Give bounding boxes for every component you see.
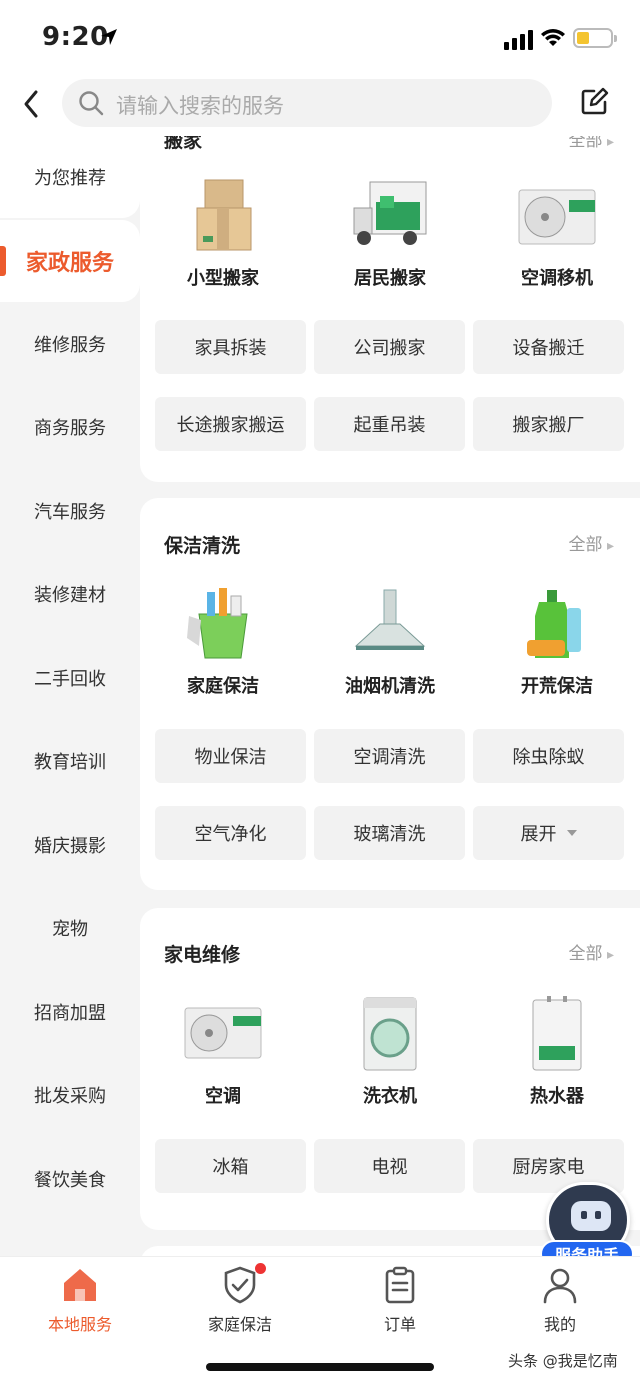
service-chip[interactable]: 空气净化	[155, 806, 306, 860]
tab-orders[interactable]: 订单	[320, 1265, 480, 1335]
clipboard-icon	[380, 1265, 420, 1305]
category-sidebar: 为您推荐 家政服务 维修服务 商务服务 汽车服务 装修建材 二手回收 教育培训 …	[0, 136, 140, 1256]
section-title: 家电维修	[164, 944, 241, 966]
battery-icon	[573, 28, 617, 48]
home-indicator[interactable]	[206, 1363, 434, 1371]
service-label: 空调	[205, 1086, 241, 1107]
service-home-cleaning[interactable]: 家庭保洁	[148, 586, 298, 698]
cleaning-bucket-icon	[183, 586, 263, 662]
service-chip[interactable]: 物业保洁	[155, 729, 306, 783]
service-chip[interactable]: 冰箱	[155, 1139, 306, 1193]
chevron-down-icon	[566, 830, 577, 836]
wifi-icon	[541, 29, 565, 46]
service-chip[interactable]: 玻璃清洗	[314, 806, 465, 860]
service-ac-repair[interactable]: 空调	[148, 996, 298, 1108]
shield-check-icon	[220, 1263, 266, 1305]
service-chip[interactable]: 家具拆装	[155, 320, 306, 374]
search-input[interactable]: 请输入搜索的服务	[62, 79, 552, 127]
boxes-icon	[183, 178, 263, 254]
location-arrow-icon	[101, 29, 117, 45]
edit-icon[interactable]	[578, 86, 610, 118]
sidebar-item-recommend[interactable]: 为您推荐	[0, 136, 140, 218]
search-placeholder: 请输入搜索的服务	[116, 94, 284, 118]
sidebar-item-car[interactable]: 汽车服务	[0, 470, 140, 552]
detergent-bottles-icon	[517, 586, 597, 662]
tab-label: 家庭保洁	[207, 1315, 272, 1334]
service-deep-cleaning[interactable]: 开荒保洁	[482, 586, 632, 698]
sidebar-item-wedding[interactable]: 婚庆摄影	[0, 804, 140, 886]
sidebar-item-pets[interactable]: 宠物	[0, 887, 140, 969]
search-header: 请输入搜索的服务	[0, 76, 640, 136]
range-hood-icon	[350, 586, 430, 662]
service-chip[interactable]: 起重吊装	[314, 397, 465, 451]
cellular-signal-icon	[504, 30, 533, 50]
section-cleaning: 保洁清洗 全部 家庭保洁 油烟机清洗	[140, 498, 640, 890]
service-resident-moving[interactable]: 居民搬家	[315, 178, 465, 290]
service-chip[interactable]: 空调清洗	[314, 729, 465, 783]
service-chip[interactable]: 设备搬迁	[473, 320, 624, 374]
section-title: 保洁清洗	[164, 535, 241, 557]
service-water-heater-repair[interactable]: 热水器	[482, 996, 632, 1108]
washing-machine-icon	[350, 996, 430, 1072]
section-all-link[interactable]: 全部	[569, 939, 614, 964]
service-chip[interactable]: 长途搬家搬运	[155, 397, 306, 451]
service-label: 居民搬家	[354, 268, 426, 289]
air-conditioner-icon	[517, 178, 597, 254]
status-bar: 9:20	[0, 0, 640, 76]
water-heater-icon	[517, 996, 597, 1072]
service-chip[interactable]: 除虫除蚁	[473, 729, 624, 783]
service-label: 小型搬家	[187, 268, 259, 289]
home-icon	[60, 1265, 100, 1305]
service-label: 空调移机	[521, 268, 593, 289]
tab-label: 本地服务	[47, 1315, 112, 1334]
sidebar-item-repair[interactable]: 维修服务	[0, 303, 140, 385]
status-time: 9:20	[42, 22, 109, 52]
tab-label: 我的	[543, 1315, 576, 1334]
user-icon	[540, 1265, 580, 1305]
sidebar-item-business[interactable]: 商务服务	[0, 386, 140, 468]
expand-button[interactable]: 展开	[473, 806, 624, 860]
tab-label: 订单	[383, 1315, 416, 1334]
service-label: 油烟机清洗	[345, 676, 435, 697]
tab-local-services[interactable]: 本地服务	[0, 1265, 160, 1335]
service-range-hood-cleaning[interactable]: 油烟机清洗	[315, 586, 465, 698]
service-chip[interactable]: 电视	[314, 1139, 465, 1193]
watermark-text: 头条 @我是忆南	[508, 1352, 618, 1370]
moving-truck-icon	[350, 178, 430, 254]
service-label: 洗衣机	[363, 1086, 417, 1107]
service-small-moving[interactable]: 小型搬家	[148, 178, 298, 290]
sidebar-item-decoration[interactable]: 装修建材	[0, 553, 140, 635]
section-all-link[interactable]: 全部	[569, 530, 614, 555]
back-arrow-icon[interactable]	[18, 88, 46, 120]
service-label: 热水器	[530, 1086, 584, 1107]
sidebar-item-education[interactable]: 教育培训	[0, 720, 140, 802]
sidebar-item-housekeeping[interactable]: 家政服务	[0, 220, 140, 302]
sidebar-item-recycle[interactable]: 二手回收	[0, 637, 140, 719]
sidebar-item-franchise[interactable]: 招商加盟	[0, 971, 140, 1053]
service-chip[interactable]: 搬家搬厂	[473, 397, 624, 451]
service-washer-repair[interactable]: 洗衣机	[315, 996, 465, 1108]
service-label: 家庭保洁	[187, 676, 259, 697]
notification-dot	[255, 1263, 266, 1274]
air-conditioner-icon	[183, 996, 263, 1072]
service-label: 开荒保洁	[521, 676, 593, 697]
service-ac-relocation[interactable]: 空调移机	[482, 178, 632, 290]
search-icon	[79, 91, 104, 116]
tab-home-cleaning[interactable]: 家庭保洁	[160, 1263, 320, 1335]
section-moving: 搬家 全部 小型搬家 居民搬家	[140, 136, 640, 482]
tab-profile[interactable]: 我的	[480, 1265, 640, 1335]
service-chip[interactable]: 公司搬家	[314, 320, 465, 374]
sidebar-item-food[interactable]: 餐饮美食	[0, 1138, 140, 1220]
expand-label: 展开	[520, 824, 557, 845]
sidebar-item-wholesale[interactable]: 批发采购	[0, 1054, 140, 1136]
